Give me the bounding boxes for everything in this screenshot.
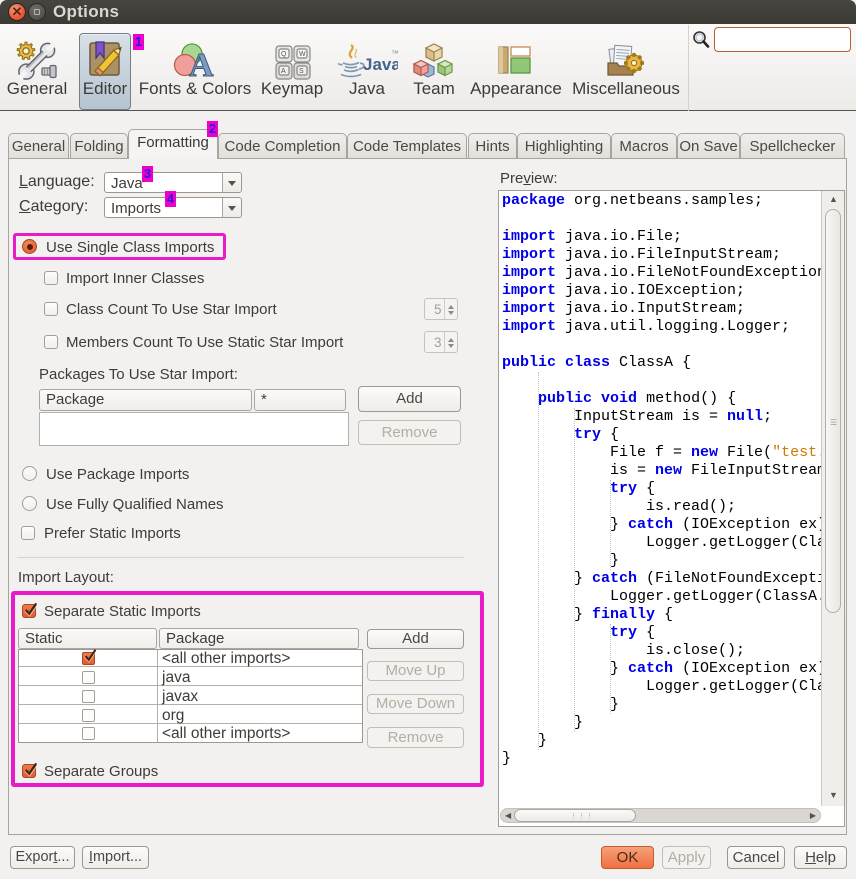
svg-text:W: W — [299, 51, 306, 58]
svg-text:Q: Q — [281, 51, 287, 58]
svg-text:A: A — [281, 68, 286, 75]
svg-text:A: A — [189, 47, 214, 82]
svg-text:S: S — [299, 68, 304, 75]
svg-text:™: ™ — [391, 49, 398, 58]
